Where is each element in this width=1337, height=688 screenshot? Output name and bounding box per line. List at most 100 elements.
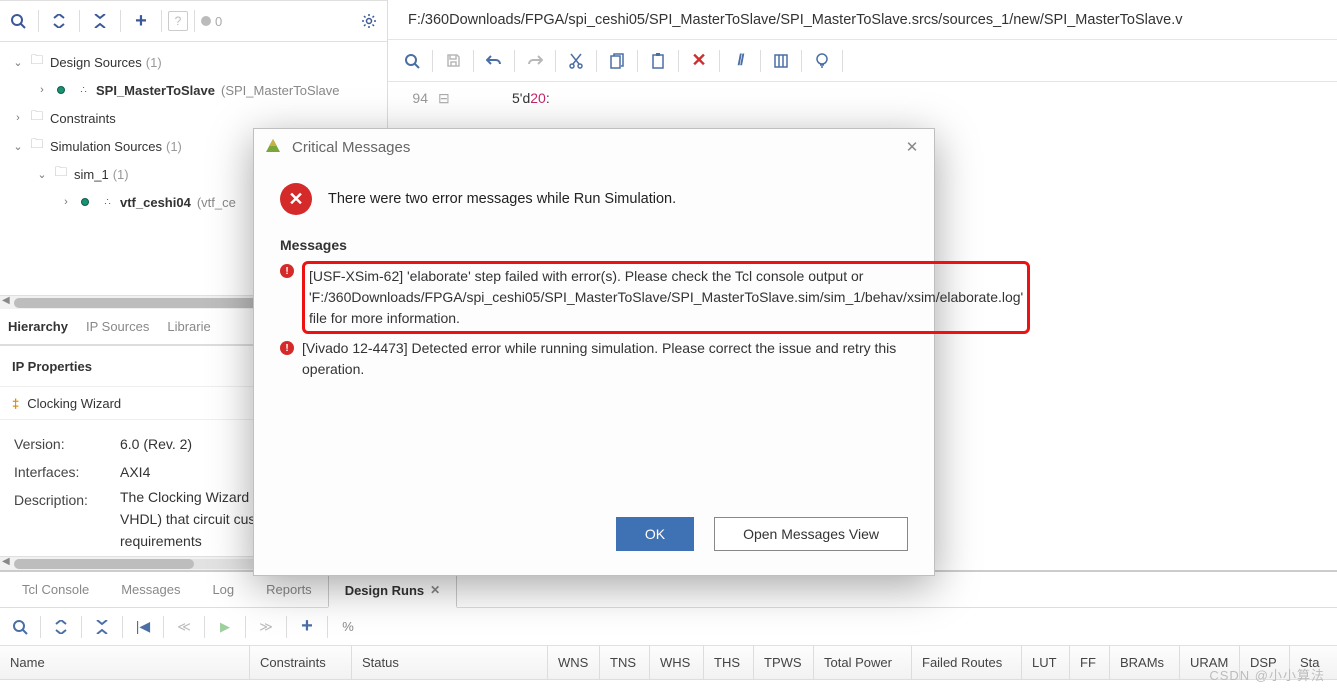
ip-name[interactable]: Clocking Wizard — [27, 396, 121, 411]
search-icon[interactable] — [398, 47, 426, 75]
app-logo-icon — [264, 138, 282, 156]
folder-icon: 🗀 — [28, 107, 46, 129]
search-icon[interactable] — [6, 613, 34, 641]
open-messages-view-button[interactable]: Open Messages View — [714, 517, 908, 551]
help-icon[interactable]: ? — [168, 11, 188, 31]
highlighted-message: [USF-XSim-62] 'elaborate' step failed wi… — [302, 261, 1030, 334]
chevron-right-icon[interactable]: › — [34, 84, 50, 96]
tab-libraries[interactable]: Librarie — [167, 315, 210, 338]
error-bullet-icon: ! — [280, 341, 294, 355]
col-ff[interactable]: FF — [1070, 646, 1110, 679]
col-total-power[interactable]: Total Power — [814, 646, 912, 679]
chevron-down-icon[interactable]: ⌄ — [10, 56, 26, 69]
tree-label[interactable]: Design Sources — [48, 55, 144, 70]
close-icon[interactable]: ✕ — [430, 583, 440, 597]
dialog-title: Critical Messages — [292, 139, 410, 156]
tree-count: (1) — [113, 167, 129, 182]
col-failed-routes[interactable]: Failed Routes — [912, 646, 1022, 679]
folder-icon: 🗀 — [28, 135, 46, 157]
delete-icon[interactable]: ✕ — [685, 47, 713, 75]
play-icon[interactable]: ▶ — [211, 613, 239, 641]
prop-key: Description: — [14, 486, 120, 552]
message-list: ! [USF-XSim-62] 'elaborate' step failed … — [280, 261, 908, 380]
folder-icon: 🗀 — [28, 51, 46, 73]
col-wns[interactable]: WNS — [548, 646, 600, 679]
col-sta[interactable]: Sta — [1290, 646, 1337, 679]
expand-all-icon[interactable] — [88, 613, 116, 641]
tab-messages[interactable]: Messages — [105, 572, 196, 607]
col-lut[interactable]: LUT — [1022, 646, 1070, 679]
sources-toolbar: + ? 0 — [0, 0, 387, 42]
tree-label[interactable]: sim_1 — [72, 167, 111, 182]
module-dot-icon — [52, 86, 70, 94]
prop-key: Version: — [14, 430, 120, 458]
ok-button[interactable]: OK — [616, 517, 694, 551]
tree-suffix: (SPI_MasterToSlave — [221, 83, 340, 98]
first-icon[interactable]: |◀ — [129, 613, 157, 641]
tab-log[interactable]: Log — [196, 572, 250, 607]
comment-icon[interactable]: // — [726, 47, 754, 75]
tree-label[interactable]: Simulation Sources — [48, 139, 164, 154]
chevron-down-icon[interactable]: ⌄ — [34, 168, 50, 181]
prev-icon[interactable]: ≪ — [170, 613, 198, 641]
tab-design-runs[interactable]: Design Runs✕ — [328, 573, 458, 608]
col-dsp[interactable]: DSP — [1240, 646, 1290, 679]
next-icon[interactable]: ≫ — [252, 613, 280, 641]
status-badge: 0 — [201, 14, 222, 29]
col-constraints[interactable]: Constraints — [250, 646, 352, 679]
hierarchy-icon: ∴ — [98, 197, 116, 208]
col-name[interactable]: Name — [0, 646, 250, 679]
col-uram[interactable]: URAM — [1180, 646, 1240, 679]
col-tpws[interactable]: TPWS — [754, 646, 814, 679]
message-item: ! [Vivado 12-4473] Detected error while … — [280, 338, 908, 380]
runs-table-header: Name Constraints Status WNS TNS WHS THS … — [0, 646, 1337, 680]
collapse-all-icon[interactable] — [45, 7, 73, 35]
gear-icon[interactable] — [355, 7, 383, 35]
module-dot-icon — [76, 198, 94, 206]
lightbulb-icon[interactable] — [808, 47, 836, 75]
tree-label[interactable]: Constraints — [48, 111, 118, 126]
save-icon — [439, 47, 467, 75]
critical-messages-dialog: Critical Messages ✕ ✕ There were two err… — [253, 128, 935, 576]
code-line: 5'd20: — [460, 90, 550, 107]
tree-count: (1) — [146, 55, 162, 70]
line-number: 94 — [400, 90, 428, 107]
copy-icon[interactable] — [603, 47, 631, 75]
col-brams[interactable]: BRAMs — [1110, 646, 1180, 679]
chevron-right-icon[interactable]: › — [10, 112, 26, 124]
file-path: F:/360Downloads/FPGA/spi_ceshi05/SPI_Mas… — [388, 0, 1337, 40]
col-status[interactable]: Status — [352, 646, 548, 679]
col-tns[interactable]: TNS — [600, 646, 650, 679]
tree-suffix: (vtf_ce — [197, 195, 236, 210]
tab-hierarchy[interactable]: Hierarchy — [8, 315, 68, 338]
chevron-right-icon[interactable]: › — [58, 196, 74, 208]
columns-icon[interactable] — [767, 47, 795, 75]
fold-marker[interactable]: ⊟ — [438, 90, 450, 107]
redo-icon — [521, 47, 549, 75]
tab-reports[interactable]: Reports — [250, 572, 328, 607]
tree-label[interactable]: SPI_MasterToSlave — [94, 83, 217, 98]
undo-icon[interactable] — [480, 47, 508, 75]
chevron-down-icon[interactable]: ⌄ — [10, 140, 26, 153]
bottom-tabs: Tcl Console Messages Log Reports Design … — [0, 572, 1337, 608]
add-icon[interactable]: + — [127, 7, 155, 35]
percent-icon[interactable]: % — [334, 613, 362, 641]
editor-toolbar: ✕ // — [388, 40, 1337, 82]
folder-icon: 🗀 — [52, 163, 70, 185]
expand-all-icon[interactable] — [86, 7, 114, 35]
cut-icon[interactable] — [562, 47, 590, 75]
paste-icon[interactable] — [644, 47, 672, 75]
code-editor[interactable]: 94 ⊟ 5'd20: — [388, 82, 1337, 115]
tree-label[interactable]: vtf_ceshi04 — [118, 195, 193, 210]
search-icon[interactable] — [4, 7, 32, 35]
tab-tcl-console[interactable]: Tcl Console — [6, 572, 105, 607]
col-whs[interactable]: WHS — [650, 646, 704, 679]
add-icon[interactable]: + — [293, 613, 321, 641]
prop-key: Interfaces: — [14, 458, 120, 486]
col-ths[interactable]: THS — [704, 646, 754, 679]
collapse-all-icon[interactable] — [47, 613, 75, 641]
ip-icon: ‡ — [12, 396, 19, 411]
error-bullet-icon: ! — [280, 264, 294, 278]
tab-ip-sources[interactable]: IP Sources — [86, 315, 149, 338]
close-icon[interactable]: ✕ — [900, 135, 924, 159]
